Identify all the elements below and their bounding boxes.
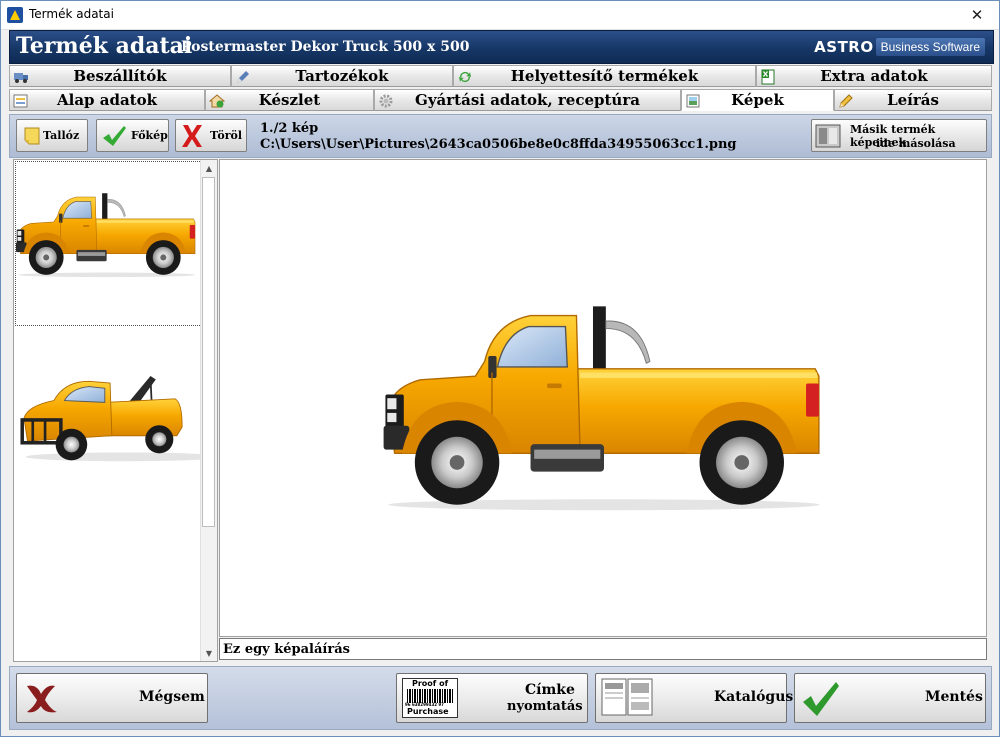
tab-accessories[interactable]: Tartozékok [231, 65, 453, 87]
image-caption-input[interactable] [219, 638, 987, 660]
tab-substitute-products[interactable]: Helyettesítő termékek [453, 65, 756, 87]
page-title: Termék adatai [16, 33, 193, 59]
cabinet-icon [815, 124, 841, 148]
gear-icon [379, 94, 393, 108]
brand-subtitle: Business Software [875, 38, 985, 56]
tab-label: Alap adatok [56, 91, 158, 109]
spreadsheet-icon [761, 69, 775, 85]
tab-basic-data[interactable]: Alap adatok [9, 89, 205, 111]
proof-line2: Purchase [407, 707, 449, 716]
refresh-icon [459, 72, 471, 82]
copy-label-line2: ide másolása [876, 137, 956, 150]
cancel-label: Mégsem [139, 689, 205, 705]
tab-label: Tartozékok [295, 67, 389, 85]
image-counter: 1./2 kép [260, 121, 319, 136]
tab-row-bottom: Alap adatok Készlet Gyártási adatok, rec… [9, 89, 992, 112]
tow-truck-thumbnail[interactable] [15, 328, 225, 493]
delete-x-icon [182, 125, 202, 147]
tab-images[interactable]: Képek [681, 89, 834, 111]
title-bar: Termék adatai ✕ [1, 1, 999, 30]
product-name: Postermaster Dekor Truck 500 x 500 [181, 39, 470, 55]
print-label-line1: Címke [525, 682, 575, 698]
pencil-icon [839, 94, 853, 108]
tab-label: Leírás [887, 91, 939, 109]
proof-of-purchase-barcode-icon: Proof of 96 638299432 97 Purchase [402, 678, 458, 718]
pen-icon [237, 71, 249, 83]
save-checkmark-icon [803, 682, 839, 716]
delete-label: Töröl [210, 129, 243, 142]
tab-label: Képek [731, 91, 784, 109]
save-button[interactable]: Mentés [794, 673, 986, 723]
save-label: Mentés [925, 689, 983, 705]
tab-stock[interactable]: Készlet [205, 89, 374, 111]
tab-label: Extra adatok [820, 67, 928, 85]
close-button[interactable]: ✕ [955, 1, 999, 29]
proof-line1: Proof of [412, 679, 449, 688]
browse-button[interactable]: Tallóz [16, 119, 88, 152]
window-title: Termék adatai [29, 7, 114, 21]
catalog-icon [601, 678, 653, 716]
brand-logo: ASTRO Business Software [814, 36, 985, 58]
tow-truck-image [20, 374, 225, 463]
scrollbar-thumb[interactable] [202, 177, 215, 527]
tab-label: Helyettesítő termékek [510, 67, 699, 85]
delete-button[interactable]: Töröl [175, 119, 247, 152]
note-icon [24, 127, 40, 145]
tab-label: Készlet [258, 91, 321, 109]
image-path: C:\Users\User\Pictures\2643ca0506be8e0c8… [260, 137, 737, 152]
catalog-label: Katalógus [714, 689, 794, 705]
image-icon [686, 94, 700, 108]
image-toolbar: Tallóz Főkép Töröl 1./2 kép C:\Users\Use… [9, 114, 992, 158]
tab-label: Gyártási adatok, receptúra [415, 91, 640, 109]
image-preview [219, 159, 987, 637]
form-icon [13, 94, 28, 108]
print-label-line2: nyomtatás [507, 699, 583, 714]
house-icon [209, 94, 225, 108]
tab-production-data[interactable]: Gyártási adatok, receptúra [374, 89, 681, 111]
browse-label: Tallóz [43, 129, 80, 142]
bottom-action-bar: Mégsem Proof of 96 638299432 97 Purchase… [9, 666, 992, 730]
tab-extra-data[interactable]: Extra adatok [756, 65, 992, 87]
main-image-label: Főkép [131, 129, 168, 142]
tab-label: Beszállítók [73, 67, 167, 85]
copy-images-button[interactable]: Másik termék képeinek ide másolása [811, 119, 987, 152]
pickup-truck-thumbnail[interactable] [15, 161, 202, 326]
app-icon [7, 7, 23, 23]
cancel-button[interactable]: Mégsem [16, 673, 208, 723]
truck-icon [14, 73, 28, 83]
print-label-button[interactable]: Proof of 96 638299432 97 Purchase Címke … [396, 673, 588, 723]
header-banner: Termék adatai Postermaster Dekor Truck 5… [9, 30, 994, 64]
tab-description[interactable]: Leírás [834, 89, 992, 111]
scroll-up-icon[interactable]: ▲ [201, 160, 217, 176]
scroll-down-icon[interactable]: ▼ [201, 645, 217, 661]
pickup-truck-preview-image [382, 305, 821, 511]
thumbnail-list: ▲ ▼ [13, 159, 225, 662]
product-data-window: Termék adatai ✕ Termék adatai Postermast… [0, 0, 1000, 737]
tab-suppliers[interactable]: Beszállítók [9, 65, 231, 87]
main-image-button[interactable]: Főkép [96, 119, 169, 152]
barcode-bars [407, 689, 453, 703]
tab-row-top: Beszállítók Tartozékok Helyettesítő term… [9, 65, 992, 88]
brand-name: ASTRO [814, 38, 874, 56]
catalog-button[interactable]: Katalógus [595, 673, 793, 723]
thumbnail-scrollbar[interactable]: ▲ ▼ [200, 160, 217, 661]
cancel-x-icon [27, 685, 57, 713]
checkmark-icon [103, 126, 126, 146]
pickup-truck-image [15, 192, 196, 278]
